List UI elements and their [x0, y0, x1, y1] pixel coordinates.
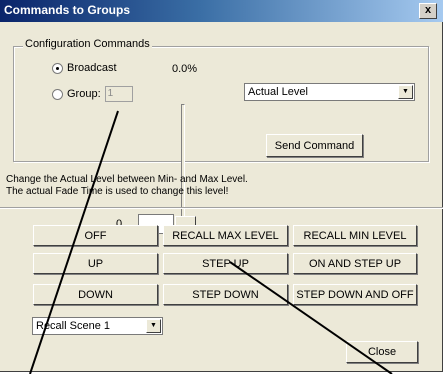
scene-select[interactable]: Recall Scene 1 ▼ [32, 317, 163, 335]
group-radio[interactable]: Group: 1 [52, 86, 133, 102]
caret-down-icon[interactable]: ▼ [146, 319, 161, 333]
broadcast-radio[interactable]: Broadcast [52, 62, 117, 74]
commands-dialog: Commands to Groups x Configuration Comma… [0, 0, 443, 374]
off-button[interactable]: OFF [33, 225, 158, 246]
group-number-input[interactable]: 1 [104, 86, 133, 102]
on-and-step-up-button[interactable]: ON AND STEP UP [293, 253, 417, 274]
scene-select-value: Recall Scene 1 [36, 320, 110, 332]
recall-max-level-button[interactable]: RECALL MAX LEVEL [163, 225, 288, 246]
step-down-button[interactable]: STEP DOWN [163, 284, 288, 305]
up-button[interactable]: UP [33, 253, 158, 274]
info-line-1: Change the Actual Level between Min- and… [6, 174, 248, 185]
group-radio-dot[interactable] [52, 88, 63, 100]
command-select[interactable]: Actual Level ▼ [244, 83, 415, 101]
caret-down-icon[interactable]: ▼ [398, 85, 413, 99]
window-title: Commands to Groups [4, 3, 131, 17]
down-button[interactable]: DOWN [33, 284, 158, 305]
configuration-legend: Configuration Commands [23, 38, 152, 50]
broadcast-label: Broadcast [67, 62, 117, 74]
title-bar: Commands to Groups x [0, 0, 443, 22]
step-up-button[interactable]: STEP UP [163, 253, 288, 274]
command-select-value: Actual Level [248, 86, 308, 98]
broadcast-radio-dot[interactable] [52, 62, 63, 74]
send-command-button[interactable]: Send Command [266, 134, 363, 157]
level-percent: 0.0% [172, 63, 198, 75]
recall-min-level-button[interactable]: RECALL MIN LEVEL [293, 225, 417, 246]
group-label: Group: [67, 88, 101, 100]
step-down-and-off-button[interactable]: STEP DOWN AND OFF [293, 284, 417, 305]
close-icon[interactable]: x [419, 3, 437, 19]
info-line-2: The actual Fade Time is used to change t… [6, 186, 229, 197]
section-divider [0, 207, 443, 209]
level-slider-track[interactable] [181, 104, 185, 222]
close-button[interactable]: Close [346, 341, 418, 363]
